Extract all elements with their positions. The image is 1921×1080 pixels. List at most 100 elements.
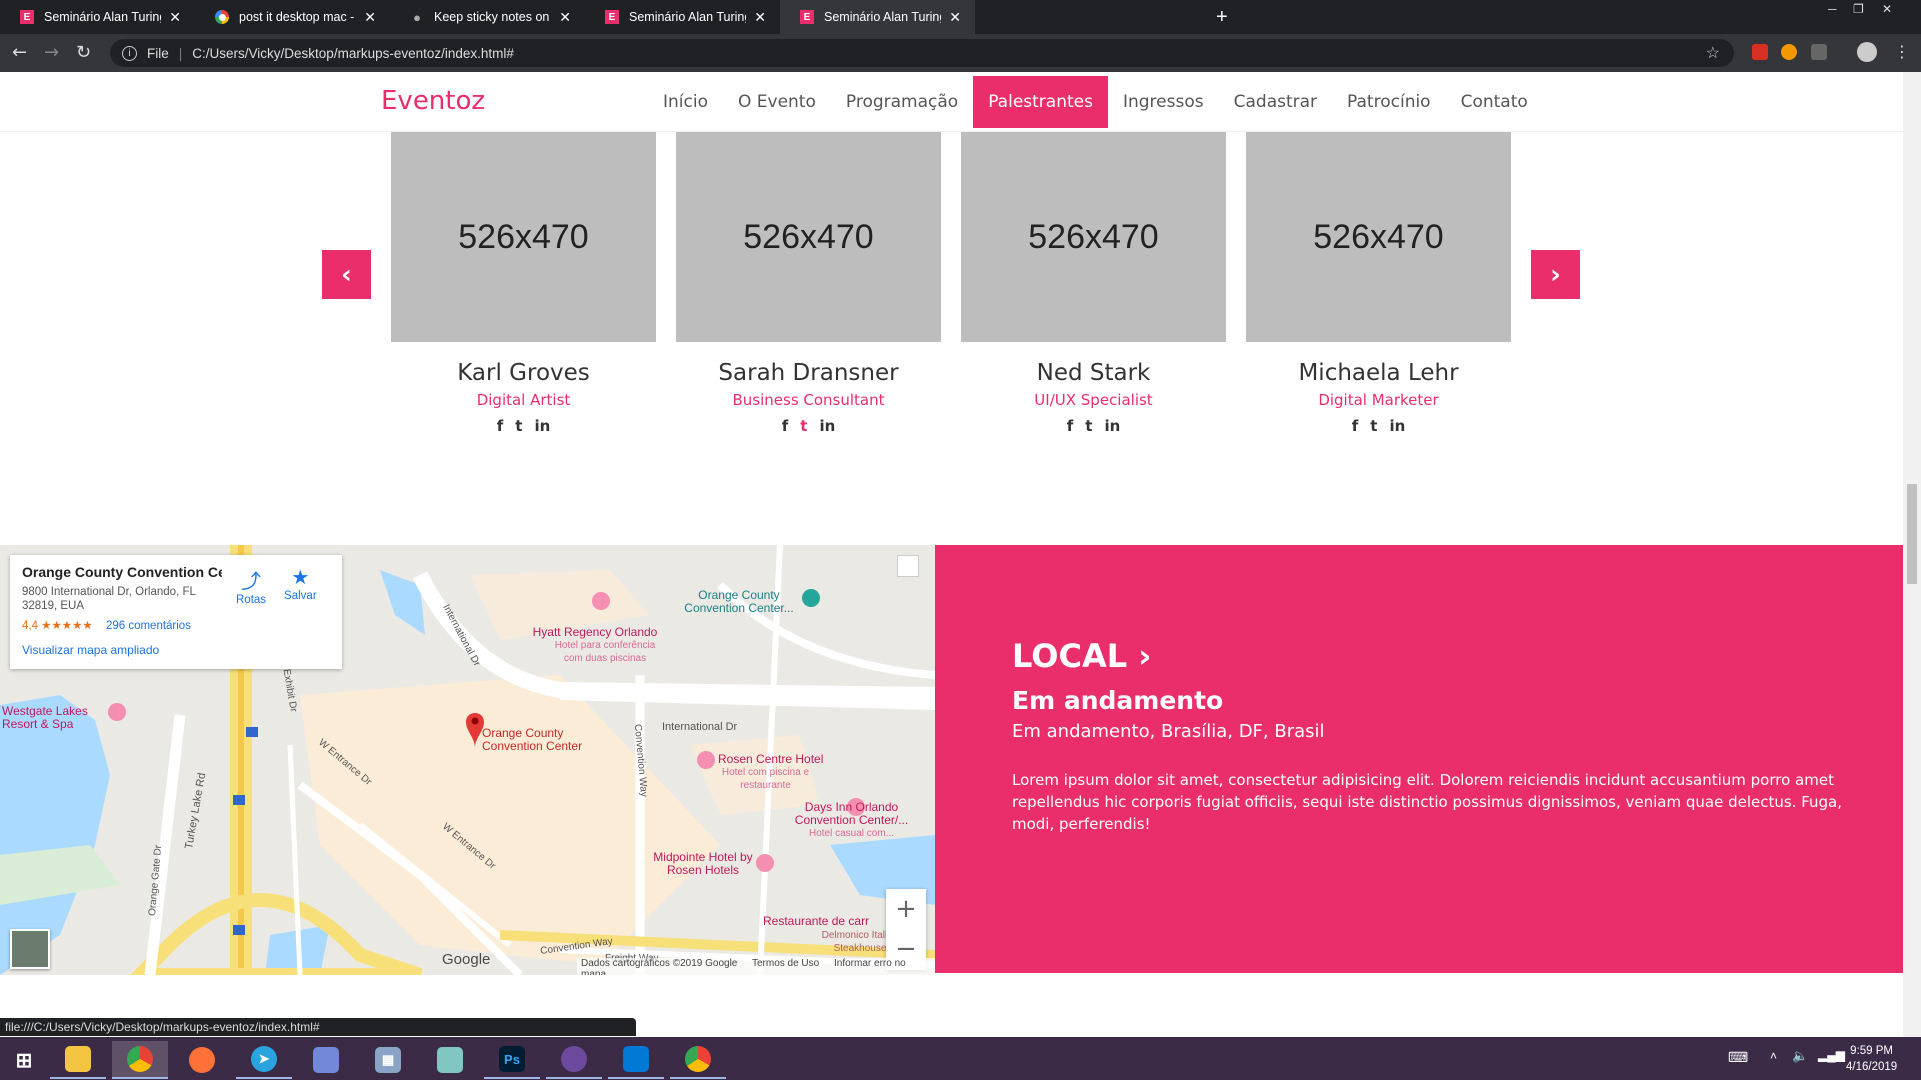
menu-item-inicio[interactable]: Início bbox=[648, 76, 723, 128]
profile-avatar[interactable] bbox=[1857, 42, 1877, 62]
restore-window-icon[interactable]: ❐ bbox=[1853, 2, 1864, 16]
local-heading[interactable]: LOCAL › bbox=[1012, 637, 1151, 675]
map-label-restaurant[interactable]: Restaurante de carr bbox=[763, 915, 869, 928]
zoom-in-button[interactable]: + bbox=[886, 889, 926, 929]
forward-arrow-icon[interactable]: → bbox=[44, 42, 59, 63]
browser-menu-icon[interactable]: ⋮ bbox=[1894, 42, 1910, 61]
calculator-icon: ▦ bbox=[375, 1047, 401, 1073]
linkedin-icon[interactable]: in bbox=[534, 417, 550, 435]
extension-flame-icon[interactable] bbox=[1781, 44, 1797, 60]
fullscreen-toggle-icon[interactable] bbox=[897, 555, 919, 577]
map-label-occc-top[interactable]: Orange County Convention Center... bbox=[674, 589, 804, 615]
save-label: Salvar bbox=[284, 590, 317, 602]
taskbar-calculator[interactable]: ▦ bbox=[360, 1041, 416, 1079]
back-arrow-icon[interactable]: ← bbox=[12, 42, 27, 63]
volume-icon[interactable]: 🔈 bbox=[1792, 1048, 1808, 1064]
taskbar-discord[interactable] bbox=[298, 1041, 354, 1079]
extension-pdf-icon[interactable] bbox=[1811, 44, 1827, 60]
speaker-name: Karl Groves bbox=[457, 360, 590, 386]
site-logo[interactable]: Eventoz bbox=[381, 86, 485, 116]
reviews-link[interactable]: 296 comentários bbox=[106, 620, 191, 632]
taskbar-telegram[interactable]: ➤ bbox=[236, 1041, 292, 1079]
menu-item-ingressos[interactable]: Ingressos bbox=[1108, 76, 1219, 128]
close-tab-icon[interactable]: ✕ bbox=[949, 9, 961, 26]
twitter-icon[interactable]: t bbox=[800, 417, 807, 435]
taskbar-chrome[interactable] bbox=[112, 1041, 168, 1079]
browser-tab-1[interactable]: E Seminário Alan Turing ✕ bbox=[0, 0, 195, 34]
close-tab-icon[interactable]: ✕ bbox=[364, 9, 376, 26]
tab-title: Seminário Alan Turing bbox=[629, 10, 747, 24]
browser-tab-4[interactable]: E Seminário Alan Turing ✕ bbox=[585, 0, 780, 34]
taskbar-file-explorer[interactable] bbox=[50, 1041, 106, 1079]
bookmark-star-icon[interactable]: ☆ bbox=[1706, 43, 1720, 63]
satellite-view-toggle[interactable] bbox=[10, 929, 50, 969]
directions-icon: ⤴ bbox=[241, 571, 262, 593]
save-place-button[interactable]: ★ Salvar bbox=[284, 565, 317, 606]
menu-item-palestrantes[interactable]: Palestrantes bbox=[973, 76, 1108, 128]
facebook-icon[interactable]: f bbox=[497, 417, 504, 435]
map-label-hyatt[interactable]: Hyatt Regency Orlando Hotel para conferê… bbox=[530, 626, 660, 665]
keyboard-icon[interactable]: ⌨ bbox=[1728, 1049, 1748, 1066]
twitter-icon[interactable]: t bbox=[1370, 417, 1377, 435]
map-label-days-inn[interactable]: Days Inn Orlando Convention Center/... H… bbox=[784, 801, 919, 840]
place-rating: 4,4 ★★★★★ 296 comentários bbox=[22, 618, 330, 632]
twitter-icon[interactable]: t bbox=[1085, 417, 1092, 435]
map-footer: Dados cartográficos ©2019 Google Termos … bbox=[577, 958, 935, 975]
address-bar[interactable]: i File | C:/Users/Vicky/Desktop/markups-… bbox=[110, 39, 1734, 67]
road-label-international-dr-2: International Dr bbox=[662, 721, 738, 733]
taskbar-notes[interactable] bbox=[422, 1041, 478, 1079]
scrollbar-thumb[interactable] bbox=[1907, 484, 1917, 584]
view-larger-map-link[interactable]: Visualizar mapa ampliado bbox=[22, 643, 330, 657]
rating-stars: 4,4 ★★★★★ bbox=[22, 620, 93, 632]
new-tab-button[interactable]: + bbox=[1216, 6, 1228, 29]
taskbar-github-desktop[interactable] bbox=[546, 1041, 602, 1079]
linkedin-icon[interactable]: in bbox=[819, 417, 835, 435]
close-tab-icon[interactable]: ✕ bbox=[559, 9, 571, 26]
chrome-icon bbox=[127, 1046, 153, 1072]
google-map-embed[interactable]: Hyatt Regency Orlando Hotel para conferê… bbox=[0, 545, 935, 975]
hyatt-label: Hyatt Regency Orlando bbox=[532, 625, 658, 639]
map-label-occc-pin[interactable]: Orange County Convention Center bbox=[482, 727, 602, 753]
twitter-icon[interactable]: t bbox=[515, 417, 522, 435]
terms-of-use-link[interactable]: Termos de Uso bbox=[752, 958, 819, 969]
minimize-window-icon[interactable]: ─ bbox=[1828, 2, 1837, 16]
network-icon[interactable]: ▂▄▆ bbox=[1818, 1048, 1845, 1062]
map-label-westgate[interactable]: Westgate Lakes Resort & Spa bbox=[2, 705, 112, 731]
menu-item-o-evento[interactable]: O Evento bbox=[723, 76, 831, 128]
close-tab-icon[interactable]: ✕ bbox=[754, 9, 766, 26]
local-section: LOCAL › Em andamento Em andamento, Brasí… bbox=[935, 545, 1903, 973]
carousel-prev-button[interactable]: ‹ bbox=[322, 250, 371, 299]
tray-chevron-icon[interactable]: ˄ bbox=[1770, 1049, 1777, 1063]
menu-item-programacao[interactable]: Programação bbox=[831, 76, 973, 128]
facebook-icon[interactable]: f bbox=[782, 417, 789, 435]
site-info-icon[interactable]: i bbox=[122, 45, 137, 61]
browser-tab-2[interactable]: post it desktop mac - Pesquisa G ✕ bbox=[195, 0, 390, 34]
linkedin-icon[interactable]: in bbox=[1389, 417, 1405, 435]
map-label-rosen[interactable]: Rosen Centre Hotel Hotel com piscina e r… bbox=[718, 753, 823, 792]
linkedin-icon[interactable]: in bbox=[1104, 417, 1120, 435]
taskbar-photoshop[interactable]: Ps bbox=[484, 1041, 540, 1079]
taskbar-vscode[interactable] bbox=[608, 1041, 664, 1079]
speaker-social-links: f t in bbox=[676, 417, 941, 435]
menu-item-contato[interactable]: Contato bbox=[1446, 76, 1543, 128]
menu-item-patrocinio[interactable]: Patrocínio bbox=[1332, 76, 1446, 128]
system-clock[interactable]: 9:59 PM 4/16/2019 bbox=[1846, 1043, 1897, 1075]
map-label-midpointe[interactable]: Midpointe Hotel by Rosen Hotels bbox=[648, 851, 758, 877]
reload-icon[interactable]: ↻ bbox=[76, 42, 91, 63]
directions-button[interactable]: ⤴ Rotas bbox=[236, 565, 266, 606]
page-scrollbar[interactable] bbox=[1903, 72, 1921, 1037]
windows-start-button[interactable]: ⊞ bbox=[0, 1041, 48, 1079]
close-window-icon[interactable]: ✕ bbox=[1882, 2, 1892, 16]
facebook-icon[interactable]: f bbox=[1067, 417, 1074, 435]
address-url[interactable]: C:/Users/Vicky/Desktop/markups-eventoz/i… bbox=[192, 46, 514, 61]
tab-title: Seminário Alan Turing bbox=[824, 10, 942, 24]
extension-adblock-icon[interactable] bbox=[1752, 44, 1768, 60]
taskbar-firefox[interactable] bbox=[174, 1041, 230, 1079]
facebook-icon[interactable]: f bbox=[1352, 417, 1359, 435]
menu-item-cadastrar[interactable]: Cadastrar bbox=[1219, 76, 1332, 128]
carousel-next-button[interactable]: › bbox=[1531, 250, 1580, 299]
browser-tab-5-active[interactable]: E Seminário Alan Turing ✕ bbox=[780, 0, 975, 34]
browser-tab-3[interactable]: ● Keep sticky notes on your Mac d ✕ bbox=[390, 0, 585, 34]
close-tab-icon[interactable]: ✕ bbox=[169, 9, 181, 26]
taskbar-chrome-dev[interactable] bbox=[670, 1041, 726, 1079]
